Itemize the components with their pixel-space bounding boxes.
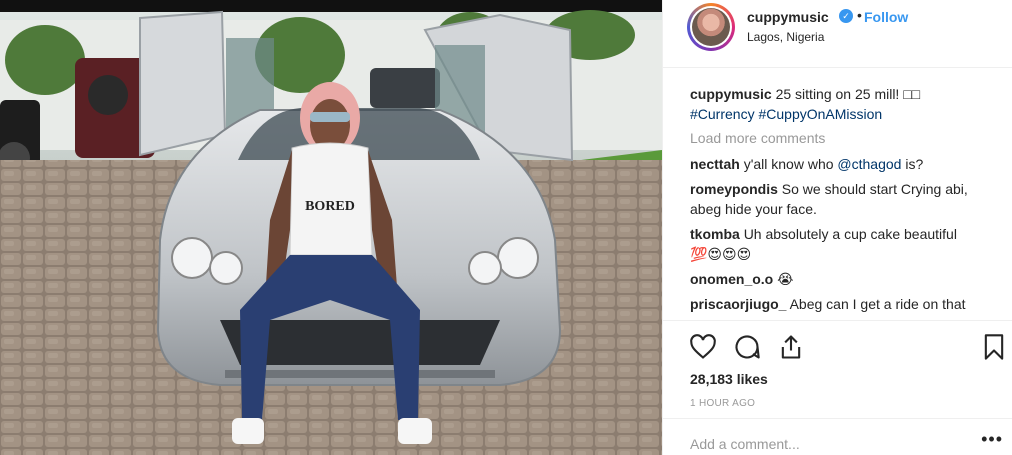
- caption: cuppymusic 25 sitting on 25 mill! □□ #Cu…: [690, 84, 1002, 124]
- follow-button[interactable]: Follow: [864, 9, 908, 25]
- heart-icon[interactable]: [689, 333, 717, 361]
- more-options-icon[interactable]: •••: [981, 429, 1003, 450]
- photo-illustration: BORED: [0, 0, 662, 455]
- comment-item: romeypondis So we should start Crying ab…: [690, 179, 1002, 219]
- add-comment-row: Add a comment... •••: [663, 418, 1012, 455]
- add-comment-input[interactable]: Add a comment...: [690, 436, 800, 452]
- comment-mention[interactable]: @cthagod: [837, 156, 901, 172]
- comment-icon[interactable]: [733, 333, 761, 361]
- comment-text-after: is?: [901, 156, 924, 172]
- comment-text: Uh absolutely a cup cake beautiful: [743, 226, 957, 242]
- comments-list: cuppymusic 25 sitting on 25 mill! □□ #Cu…: [690, 84, 1002, 319]
- header-separator: •: [857, 7, 862, 23]
- comment-emoji: 😭: [777, 271, 794, 287]
- comment-item: onomen_o.o 😭: [690, 269, 1002, 289]
- bookmark-icon[interactable]: [980, 333, 1008, 361]
- comment-username[interactable]: tkomba: [690, 226, 740, 242]
- shirt-text: BORED: [305, 199, 355, 214]
- comment-item: priscaorjiugo_ Abeg can I get a ride on …: [690, 294, 1002, 314]
- caption-emoji: □□: [903, 86, 921, 102]
- post-header: cuppymusic ✓ • Follow Lagos, Nigeria: [663, 0, 1012, 68]
- caption-username[interactable]: cuppymusic: [690, 86, 772, 102]
- comment-emoji: 💯😍😍😍: [690, 246, 752, 262]
- post-photo[interactable]: BORED: [0, 0, 662, 455]
- post-location[interactable]: Lagos, Nigeria: [747, 30, 824, 44]
- comment-username[interactable]: romeypondis: [690, 181, 778, 197]
- likes-count[interactable]: 28,183 likes: [690, 371, 768, 387]
- caption-text: 25 sitting on 25 mill!: [775, 86, 904, 102]
- hashtag-currency[interactable]: #Currency: [690, 106, 755, 122]
- verified-badge-icon: ✓: [839, 9, 853, 23]
- avatar[interactable]: [687, 3, 735, 51]
- comment-username[interactable]: necttah: [690, 156, 740, 172]
- comment-item: necttah y'all know who @cthagod is?: [690, 154, 1002, 174]
- post-username[interactable]: cuppymusic: [747, 9, 829, 25]
- comment-username[interactable]: priscaorjiugo_: [690, 296, 786, 312]
- comment-item: tkomba Uh absolutely a cup cake beautifu…: [690, 224, 1002, 264]
- post-actions: 28,183 likes 1 HOUR AGO Add a comment...…: [663, 320, 1012, 452]
- comment-text: y'all know who: [743, 156, 838, 172]
- share-icon[interactable]: [777, 333, 805, 361]
- post-timestamp[interactable]: 1 HOUR AGO: [690, 398, 755, 409]
- hashtag-cuppyonamission[interactable]: #CuppyOnAMission: [758, 106, 882, 122]
- load-more-comments-button[interactable]: Load more comments: [690, 130, 1002, 146]
- comment-text: Abeg can I get a ride on that: [789, 296, 966, 312]
- comment-username[interactable]: onomen_o.o: [690, 271, 773, 287]
- post-side-panel: cuppymusic ✓ • Follow Lagos, Nigeria cup…: [662, 0, 1012, 455]
